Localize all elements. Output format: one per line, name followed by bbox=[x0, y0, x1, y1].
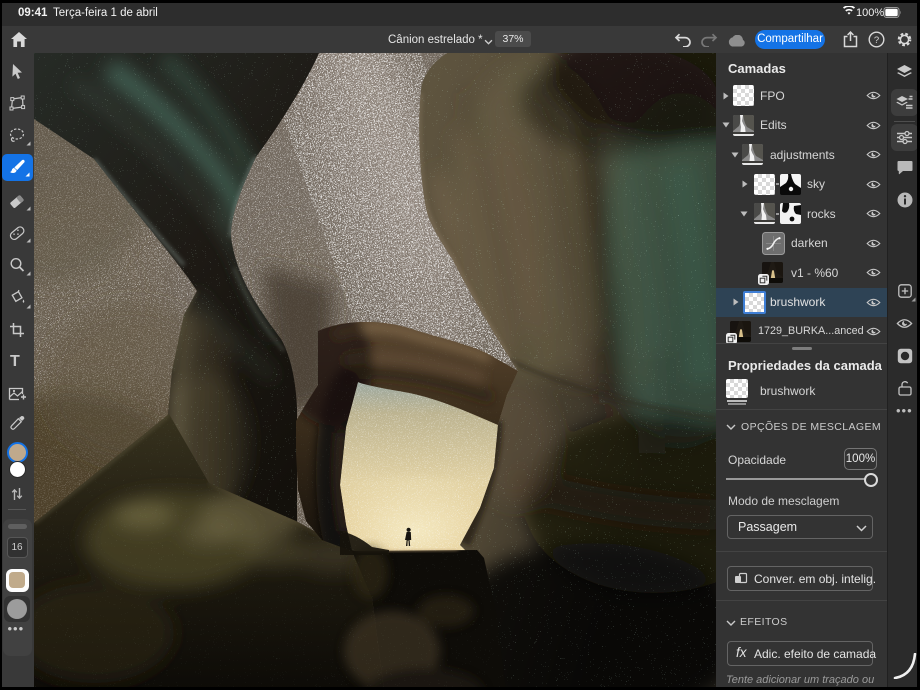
svg-text:?: ? bbox=[874, 35, 879, 46]
